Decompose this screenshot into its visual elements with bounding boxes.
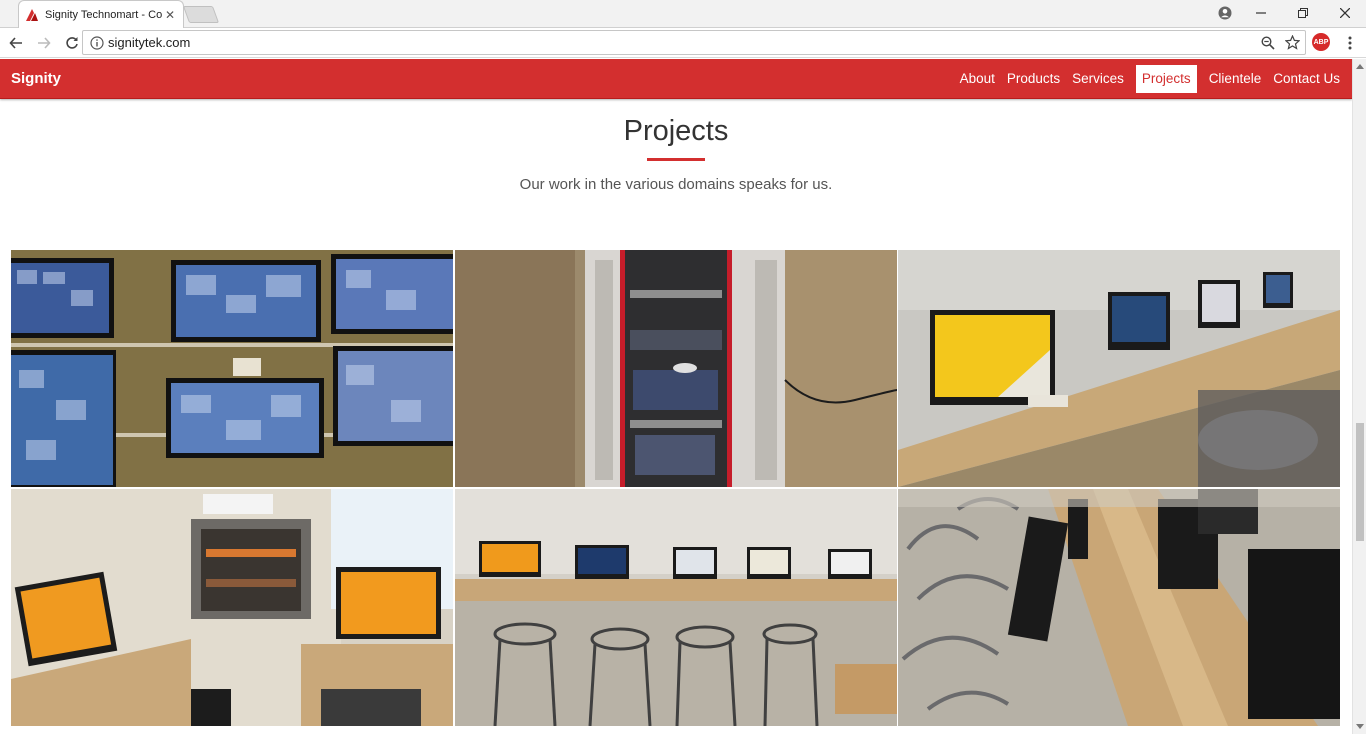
nav-services[interactable]: Services	[1066, 65, 1130, 93]
browser-toolbar: signitytek.com ABP	[0, 28, 1366, 58]
scroll-up-arrow-icon[interactable]	[1353, 59, 1366, 73]
nav-projects[interactable]: Projects	[1135, 65, 1197, 93]
project-photo-lab-chairs[interactable]	[898, 489, 1340, 726]
info-icon[interactable]	[86, 32, 108, 54]
back-arrow-icon[interactable]	[3, 30, 28, 56]
section-title: Projects	[623, 115, 729, 147]
browser-tab[interactable]: Signity Technomart - Co ✕	[18, 0, 184, 28]
projects-gallery	[11, 250, 1340, 734]
nav-clientele[interactable]: Clientele	[1203, 65, 1268, 93]
site-nav-links: About Products Services Projects Cliente…	[954, 65, 1346, 93]
forward-arrow-icon[interactable]	[31, 30, 56, 56]
nav-contact-us[interactable]: Contact Us	[1267, 65, 1346, 93]
project-photo-cctv-wall[interactable]	[11, 250, 453, 487]
page-scrollbar[interactable]	[1352, 59, 1366, 734]
project-photo-wall-rack[interactable]	[11, 489, 453, 726]
tab-title: Signity Technomart - Co	[45, 8, 163, 21]
restore-button[interactable]	[1282, 1, 1324, 25]
adblock-extension-icon[interactable]: ABP	[1312, 33, 1330, 51]
project-photo-computer-lab[interactable]	[898, 250, 1340, 487]
section-subtitle: Our work in the various domains speaks f…	[519, 176, 833, 193]
project-photo-server-rack[interactable]	[455, 250, 897, 487]
minimize-button[interactable]	[1240, 1, 1282, 25]
scroll-down-arrow-icon[interactable]	[1353, 720, 1366, 734]
profile-icon[interactable]	[1210, 1, 1240, 25]
website-viewport: Signity About Products Services Projects…	[0, 59, 1352, 734]
window-controls	[1210, 0, 1366, 26]
close-window-button[interactable]	[1324, 1, 1366, 25]
project-photo-lab-workstations[interactable]	[455, 489, 897, 726]
address-bar[interactable]: signitytek.com	[82, 30, 1306, 55]
url-text[interactable]: signitytek.com	[108, 35, 1257, 50]
title-underline	[647, 158, 705, 161]
zoom-icon[interactable]	[1257, 32, 1279, 54]
nav-products[interactable]: Products	[1001, 65, 1066, 93]
new-tab-button[interactable]	[182, 6, 220, 23]
site-navbar: Signity About Products Services Projects…	[0, 59, 1352, 99]
site-brand[interactable]: Signity	[11, 70, 61, 87]
scrollbar-thumb[interactable]	[1356, 423, 1364, 541]
signity-logo-icon	[25, 8, 39, 22]
reload-icon[interactable]	[59, 30, 84, 56]
nav-about[interactable]: About	[954, 65, 1001, 93]
browser-tabbar: Signity Technomart - Co ✕	[0, 0, 1366, 28]
close-icon[interactable]: ✕	[163, 8, 177, 22]
bookmark-star-icon[interactable]	[1281, 32, 1303, 54]
menu-dots-icon[interactable]	[1340, 31, 1360, 55]
